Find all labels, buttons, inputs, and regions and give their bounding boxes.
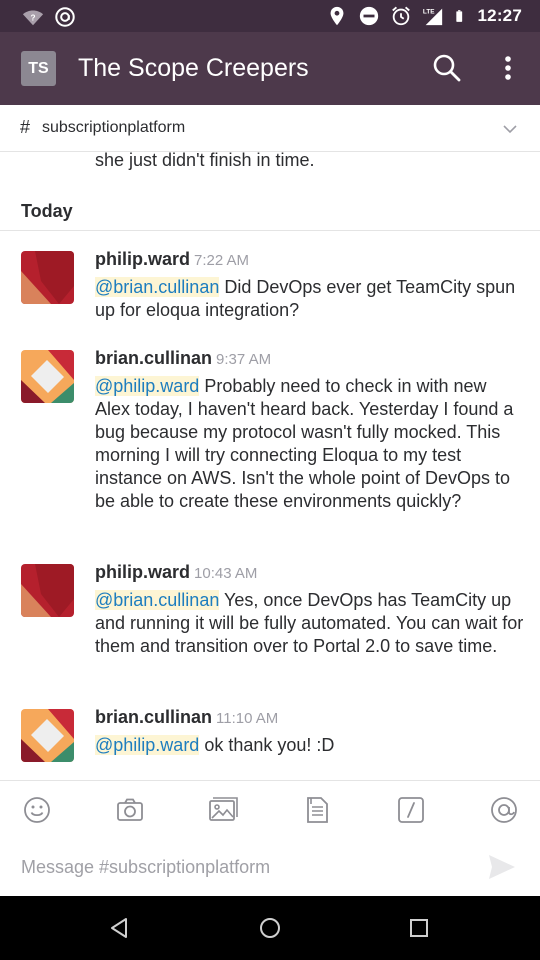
- svg-text:?: ?: [30, 14, 35, 23]
- do-not-disturb-icon: [359, 6, 378, 26]
- message-body: @brian.cullinan Yes, once DevOps has Tea…: [95, 589, 525, 658]
- previous-message-text: she just didn't finish in time.: [95, 152, 315, 170]
- alarm-icon: [391, 6, 410, 26]
- file-upload-icon[interactable]: [302, 795, 332, 825]
- user-mention[interactable]: @philip.ward: [95, 376, 200, 396]
- search-icon[interactable]: [431, 52, 463, 84]
- back-icon[interactable]: [108, 916, 132, 940]
- message-text: ok thank you! :D: [199, 735, 335, 755]
- message-text: Probably need to check in with new Alex …: [95, 376, 514, 511]
- message-username[interactable]: philip.ward: [95, 249, 190, 269]
- user-avatar[interactable]: [21, 564, 74, 617]
- message-timestamp: 11:10 AM: [216, 710, 279, 727]
- status-bar: ? LTE 12:27: [0, 0, 540, 32]
- day-label: Today: [21, 201, 73, 221]
- team-title[interactable]: The Scope Creepers: [78, 54, 309, 83]
- send-icon[interactable]: [487, 853, 517, 881]
- channel-name[interactable]: subscriptionplatform: [42, 119, 185, 137]
- more-vert-icon[interactable]: [494, 52, 522, 84]
- svg-text:LTE: LTE: [422, 8, 434, 15]
- slash-command-icon[interactable]: [396, 795, 426, 825]
- lte-signal-icon: LTE: [422, 8, 442, 26]
- chevron-down-icon[interactable]: [500, 119, 520, 139]
- message-list[interactable]: she just didn't finish in time. Today ph…: [0, 152, 540, 780]
- wifi-question-icon: ?: [22, 10, 44, 26]
- message-username[interactable]: philip.ward: [95, 562, 190, 582]
- recents-icon[interactable]: [407, 916, 431, 940]
- user-mention[interactable]: @brian.cullinan: [95, 590, 220, 610]
- location-icon: [330, 6, 343, 26]
- channel-hash-icon: #: [20, 117, 31, 137]
- message-body: @philip.ward Probably need to check in w…: [95, 375, 525, 513]
- emoji-icon[interactable]: [22, 795, 52, 825]
- message-input[interactable]: [21, 853, 461, 881]
- message-toolbar: [0, 780, 540, 838]
- app-bar: TS The Scope Creepers: [0, 32, 540, 105]
- at-sign-notification-icon: [55, 7, 75, 27]
- message-username[interactable]: brian.cullinan: [95, 707, 212, 727]
- user-avatar[interactable]: [21, 709, 74, 762]
- user-avatar[interactable]: [21, 350, 74, 403]
- camera-icon[interactable]: [115, 795, 145, 825]
- home-icon[interactable]: [258, 916, 282, 940]
- message-composer: [0, 838, 540, 896]
- day-divider: Today: [0, 199, 540, 231]
- user-mention[interactable]: @philip.ward: [95, 735, 200, 755]
- message-body: @brian.cullinan Did DevOps ever get Team…: [95, 276, 525, 322]
- user-mention[interactable]: @brian.cullinan: [95, 277, 220, 297]
- gallery-icon[interactable]: [208, 795, 238, 825]
- status-time: 12:27: [477, 6, 522, 25]
- message-timestamp: 7:22 AM: [194, 252, 250, 269]
- mention-icon[interactable]: [489, 795, 519, 825]
- team-badge[interactable]: TS: [21, 51, 56, 86]
- user-avatar[interactable]: [21, 251, 74, 304]
- battery-icon: [455, 10, 462, 22]
- message-timestamp: 9:37 AM: [216, 351, 272, 368]
- message-username[interactable]: brian.cullinan: [95, 348, 212, 368]
- message-timestamp: 10:43 AM: [194, 565, 258, 582]
- system-nav-bar: [0, 896, 540, 960]
- message-body: @philip.ward ok thank you! :D: [95, 734, 525, 757]
- channel-header[interactable]: # subscriptionplatform: [0, 105, 540, 152]
